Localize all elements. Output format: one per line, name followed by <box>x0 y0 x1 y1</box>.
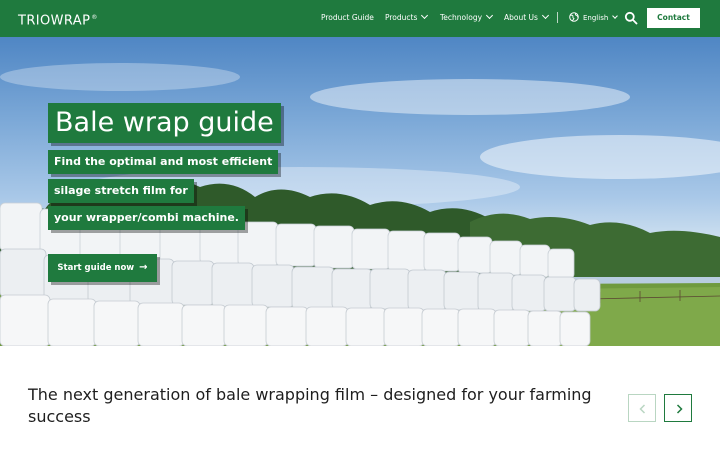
hero-subtitle-line-1: Find the optimal and most efficient <box>48 150 279 174</box>
chevron-down-icon <box>421 11 429 20</box>
search-button[interactable] <box>624 11 638 25</box>
chevron-right-icon <box>676 404 683 414</box>
hero-subtitle-line-2: silage stretch film for <box>48 179 194 203</box>
nav-item-about-us[interactable]: About Us <box>504 11 550 24</box>
nav-divider <box>557 12 558 23</box>
arrow-right-icon: → <box>139 262 148 273</box>
search-icon <box>624 11 638 25</box>
hero-subtitle-line-3: your wrapper/combi machine. <box>48 206 245 230</box>
nav-item-product-guide[interactable]: Product Guide <box>321 12 374 24</box>
contact-button[interactable]: Contact <box>647 8 700 28</box>
hero-title: Bale wrap guide <box>48 103 281 143</box>
nav-item-products[interactable]: Products <box>385 11 429 24</box>
section-heading: The next generation of bale wrapping fil… <box>28 385 592 426</box>
globe-icon <box>569 12 579 22</box>
site-header: TRIOWRAP® Product Guide Products Technol… <box>0 0 720 37</box>
chevron-down-icon <box>612 13 619 19</box>
nav-item-technology[interactable]: Technology <box>440 11 494 24</box>
language-selector[interactable]: English <box>569 12 619 24</box>
chevron-down-icon <box>485 11 494 20</box>
chevron-left-icon <box>639 404 646 414</box>
registered-mark: ® <box>91 14 98 21</box>
chevron-down-icon <box>541 11 550 20</box>
carousel-prev-button[interactable] <box>628 394 656 422</box>
triowrap-logo[interactable]: TRIOWRAP® <box>18 10 98 29</box>
start-guide-button[interactable]: Start guide now → <box>48 254 157 282</box>
hero-banner: Bale wrap guide Find the optimal and mos… <box>0 37 720 346</box>
carousel-next-button[interactable] <box>664 394 692 422</box>
